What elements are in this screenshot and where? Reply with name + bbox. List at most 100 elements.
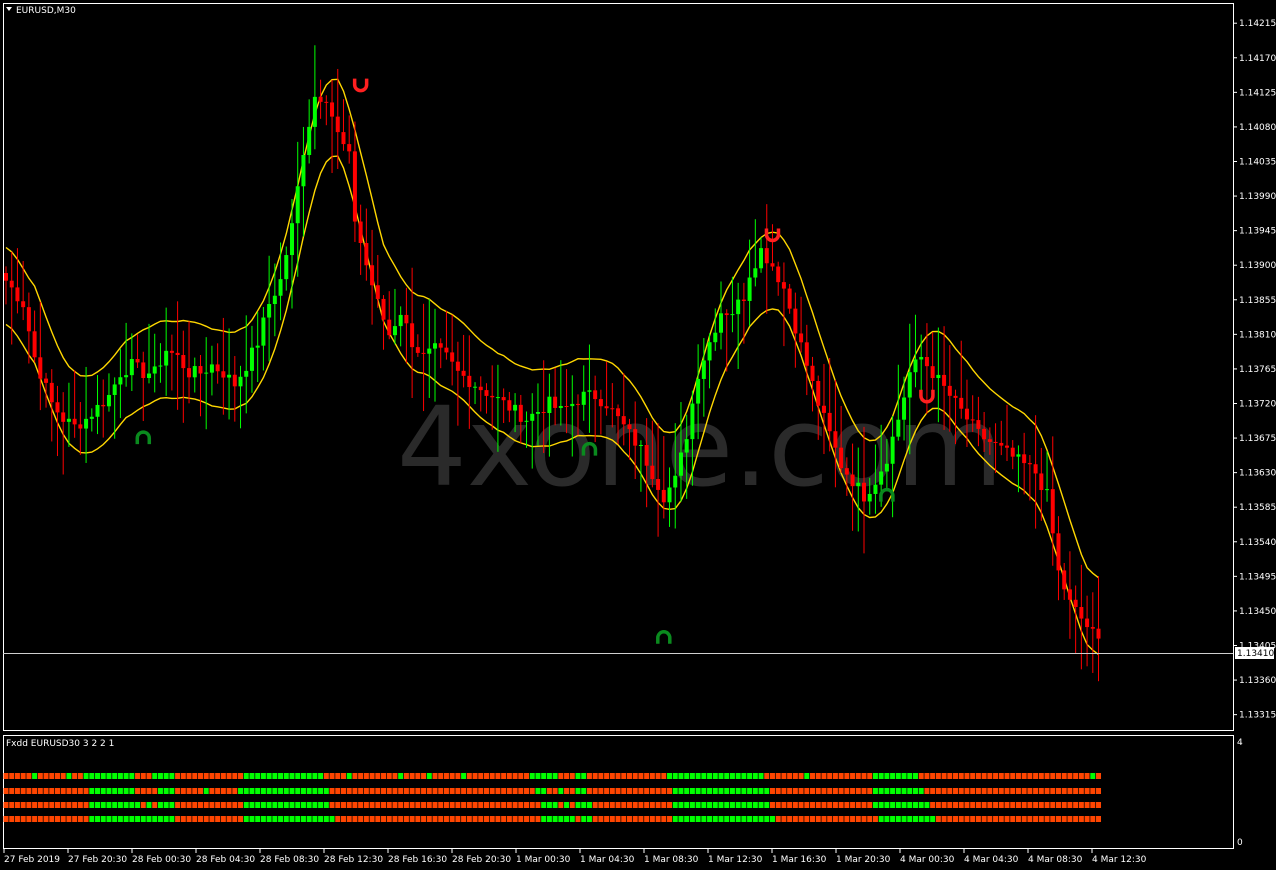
strip-cell xyxy=(249,773,255,779)
candle-body xyxy=(942,374,947,386)
candle-body xyxy=(438,343,443,348)
strip-cell xyxy=(895,773,901,779)
candle-body xyxy=(884,463,889,472)
strip-cell xyxy=(912,773,918,779)
price-tick-label: 1.14080 xyxy=(1239,123,1276,133)
strip-cell xyxy=(289,802,295,808)
strip-cell xyxy=(827,816,833,822)
strip-cell xyxy=(89,773,95,779)
strip-cell xyxy=(569,773,575,779)
chart-window[interactable]: 4xone.com EURUSD,M30 Fxdd EURUSD30 3 2 2… xyxy=(0,0,1276,870)
candle-body xyxy=(398,314,403,327)
candle-body xyxy=(959,397,964,409)
candle-body xyxy=(793,308,798,334)
strip-cell xyxy=(249,816,255,822)
strip-cell xyxy=(993,773,999,779)
candle-body xyxy=(284,255,289,280)
strip-cell xyxy=(60,788,66,794)
strip-cell xyxy=(552,816,558,822)
strip-cell xyxy=(300,816,306,822)
strip-cell xyxy=(764,802,770,808)
strip-cell xyxy=(461,802,467,808)
candle-body xyxy=(879,471,884,485)
candle-body xyxy=(541,411,546,414)
strip-cell xyxy=(112,788,118,794)
strip-cell xyxy=(49,773,55,779)
candle-body xyxy=(650,465,655,480)
strip-cell xyxy=(741,773,747,779)
strip-cell xyxy=(117,773,123,779)
strip-cell xyxy=(1084,802,1090,808)
strip-cell xyxy=(598,773,604,779)
strip-cell xyxy=(123,773,129,779)
candle-body xyxy=(690,403,695,440)
strip-cell xyxy=(335,773,341,779)
time-tick-label: 4 Mar 12:30 xyxy=(1092,855,1147,865)
strip-cell xyxy=(998,816,1004,822)
candle-body xyxy=(141,362,146,379)
strip-cell xyxy=(123,788,129,794)
strip-cell xyxy=(495,802,501,808)
strip-cell xyxy=(1010,816,1016,822)
strip-cell xyxy=(712,773,718,779)
candle-body xyxy=(524,420,529,422)
strip-cell xyxy=(844,773,850,779)
strip-cell xyxy=(232,773,238,779)
strip-cell xyxy=(363,788,369,794)
strip-cell xyxy=(232,802,238,808)
candle-body xyxy=(4,273,8,281)
candle-body xyxy=(764,248,769,264)
candle-body xyxy=(38,357,43,379)
strip-cell xyxy=(592,788,598,794)
candle-body xyxy=(232,374,237,387)
strip-cell xyxy=(832,788,838,794)
strip-cell xyxy=(89,816,95,822)
strip-cell xyxy=(255,788,261,794)
strip-cell xyxy=(810,802,816,808)
strip-cell xyxy=(564,788,570,794)
strip-cell xyxy=(232,788,238,794)
strip-cell xyxy=(1050,802,1056,808)
strip-cell xyxy=(546,802,552,808)
strip-cell xyxy=(701,773,707,779)
candle-body xyxy=(730,314,735,316)
strip-cell xyxy=(472,816,478,822)
strip-cell xyxy=(186,816,192,822)
strip-cell xyxy=(472,802,478,808)
indicator-scale-top: 4 xyxy=(1237,738,1243,748)
strip-cell xyxy=(209,816,215,822)
strip-cell xyxy=(192,773,198,779)
candle-body xyxy=(387,319,392,336)
strip-cell xyxy=(867,802,873,808)
strip-cell xyxy=(220,788,226,794)
strip-cell xyxy=(392,773,398,779)
strip-cell xyxy=(375,773,381,779)
strip-cell xyxy=(958,802,964,808)
strip-cell xyxy=(861,816,867,822)
candle-body xyxy=(129,359,134,376)
candle-body xyxy=(770,263,775,267)
strip-cell xyxy=(66,788,72,794)
strip-cell xyxy=(335,816,341,822)
strip-cell xyxy=(272,816,278,822)
candle-body xyxy=(307,126,312,156)
strip-cell xyxy=(9,802,15,808)
strip-cell xyxy=(157,773,163,779)
price-tick-label: 1.13540 xyxy=(1239,538,1276,548)
strip-cell xyxy=(129,816,135,822)
strip-cell xyxy=(535,773,541,779)
strip-cell xyxy=(501,816,507,822)
strip-cell xyxy=(792,773,798,779)
strip-cell xyxy=(838,816,844,822)
time-tick-label: 27 Feb 2019 xyxy=(4,855,60,865)
strip-cell xyxy=(535,802,541,808)
strip-cell xyxy=(358,816,364,822)
strip-cell xyxy=(1004,802,1010,808)
strip-cell xyxy=(180,773,186,779)
strip-cell xyxy=(409,773,415,779)
strip-cell xyxy=(443,788,449,794)
strip-cell xyxy=(575,788,581,794)
strip-cell xyxy=(792,802,798,808)
candle-body xyxy=(1062,570,1067,590)
price-tick-label: 1.13450 xyxy=(1239,607,1276,617)
